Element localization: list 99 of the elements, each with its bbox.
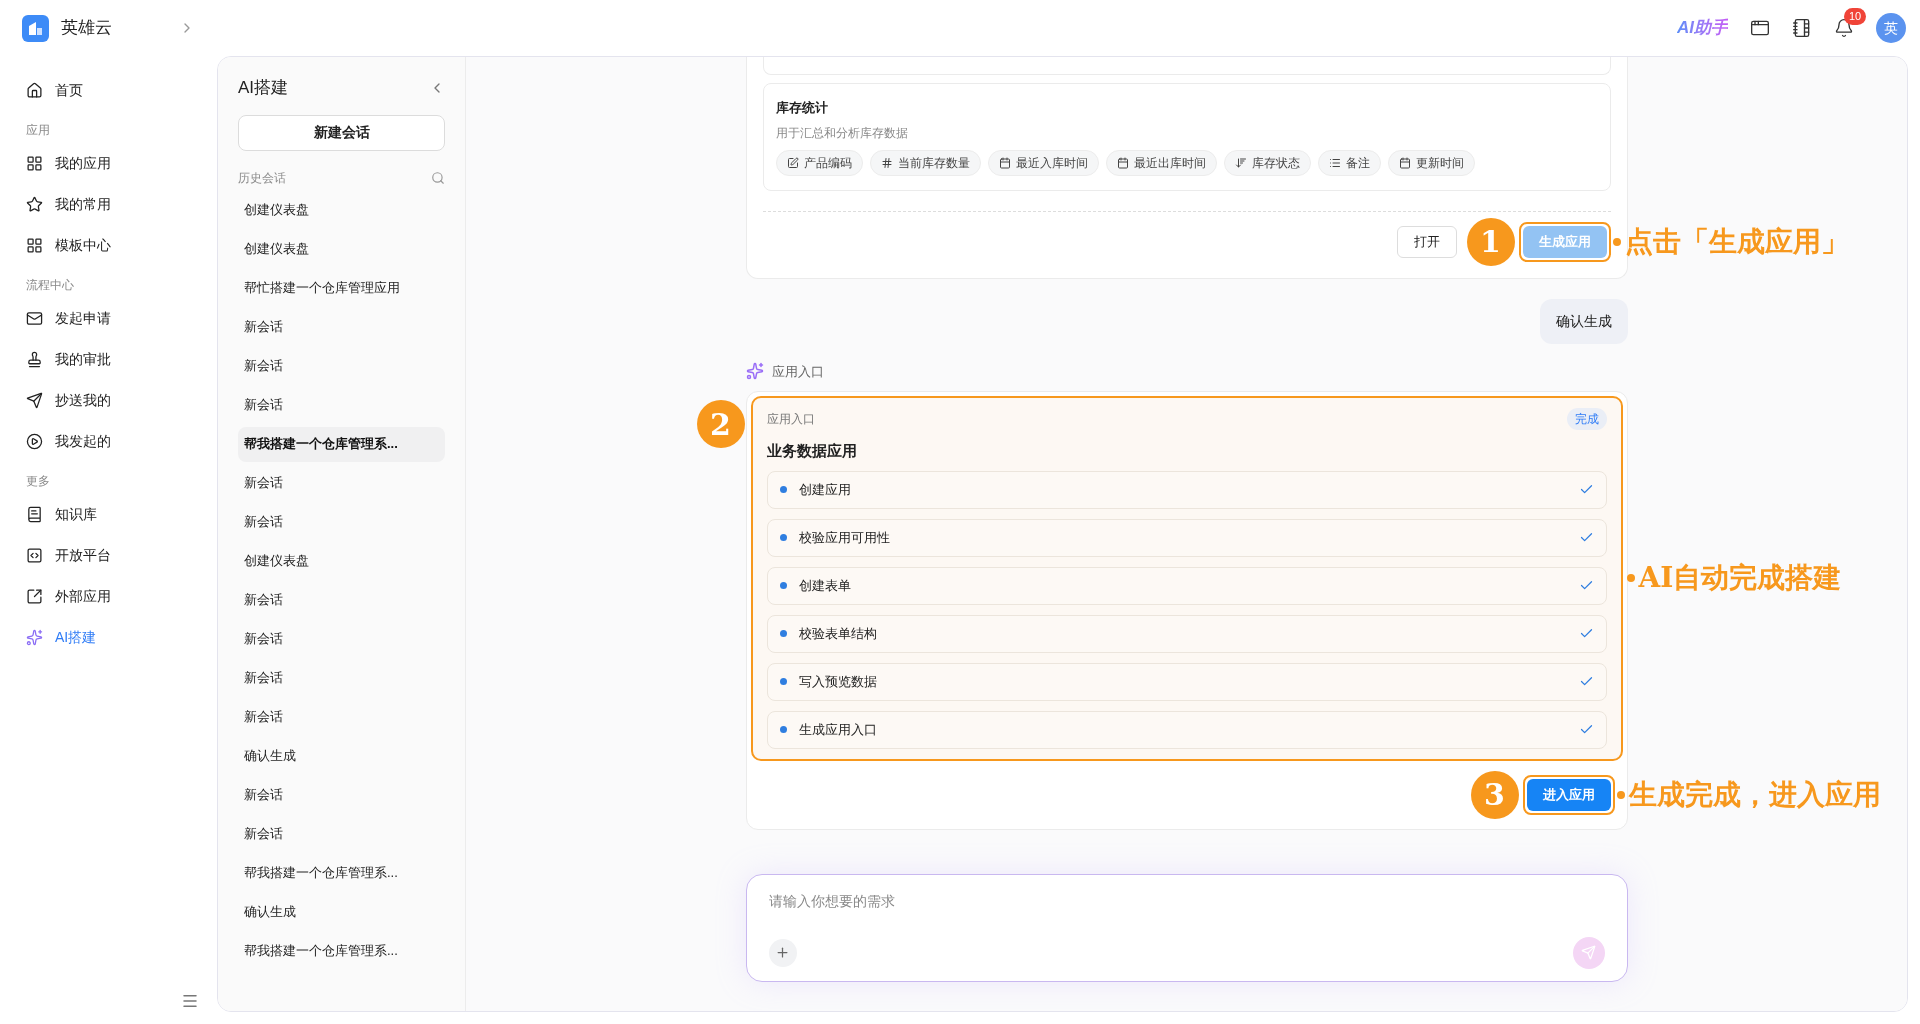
plus-icon <box>775 945 790 960</box>
history-item[interactable]: 新会话 <box>238 504 445 540</box>
prompt-text[interactable]: 请输入你想要的需求 <box>768 890 1605 912</box>
progress-title: 业务数据应用 <box>766 441 858 461</box>
nav-item[interactable]: 我的应用 <box>0 143 217 184</box>
nav-item[interactable]: 模板中心 <box>0 225 217 266</box>
home-icon <box>26 82 43 99</box>
status-badge: 完成 <box>1566 408 1607 430</box>
step-label: 校验应用可用性 <box>798 528 890 547</box>
nav-item[interactable]: 外部应用 <box>0 576 217 617</box>
calendar-icon <box>998 156 1011 169</box>
prompt-input[interactable]: 请输入你想要的需求 <box>745 873 1628 982</box>
callout-text: AI自动完成搭建 <box>1638 560 1842 597</box>
nav-item[interactable]: 抄送我的 <box>0 380 217 421</box>
grid-icon <box>26 155 43 172</box>
field-chip: 最近出库时间 <box>1105 149 1217 176</box>
book-icon <box>26 506 43 523</box>
calendar-icon <box>1398 156 1411 169</box>
history-item[interactable]: 创建仪表盘 <box>238 231 445 267</box>
nav-item[interactable]: 知识库 <box>0 494 217 535</box>
history-item[interactable]: 新会话 <box>238 582 445 618</box>
star-icon <box>26 196 43 213</box>
nav-section-title: 更多 <box>25 473 51 490</box>
collapse-sidebar-icon[interactable] <box>181 992 199 1010</box>
table-description: 用于汇总和分析库存数据 <box>775 124 909 142</box>
history-item[interactable]: 新会话 <box>238 348 445 384</box>
external-link-icon <box>26 588 43 605</box>
stamp-icon <box>26 351 43 368</box>
history-item[interactable]: 创建仪表盘 <box>238 192 445 228</box>
play-circle-icon <box>26 433 43 450</box>
history-item[interactable]: 新会话 <box>238 699 445 735</box>
list-icon <box>1328 156 1341 169</box>
code-icon <box>26 547 43 564</box>
sort-icon <box>1234 156 1247 169</box>
user-message: 确认生成 <box>1539 298 1628 344</box>
grid-icon <box>26 237 43 254</box>
nav-item[interactable]: 首页 <box>0 70 217 111</box>
nav-item[interactable]: 我的常用 <box>0 184 217 225</box>
mail-icon <box>26 310 43 327</box>
search-icon[interactable] <box>431 170 445 185</box>
notification-badge: 10 <box>1844 8 1867 25</box>
calendar-icon <box>1116 156 1129 169</box>
new-chat-button[interactable]: 新建会话 <box>238 114 445 151</box>
field-chip: 更新时间 <box>1387 149 1475 176</box>
add-button[interactable] <box>768 938 797 967</box>
enter-app-button[interactable]: 进入应用 <box>1526 778 1611 811</box>
nav-item[interactable]: 发起申请 <box>0 298 217 339</box>
history-item[interactable]: 新会话 <box>238 621 445 657</box>
history-item[interactable]: 新会话 <box>238 660 445 696</box>
history-item[interactable]: 帮我搭建一个仓库管理系... <box>238 933 445 969</box>
notification-icon[interactable] <box>1834 18 1854 38</box>
agent-label: 应用入口 <box>771 362 824 381</box>
sparkle-icon <box>26 629 43 646</box>
notebook-icon[interactable] <box>1792 18 1812 38</box>
history-item[interactable]: 创建仪表盘 <box>238 543 445 579</box>
step-label: 生成应用入口 <box>798 720 877 739</box>
sparkle-icon <box>745 362 764 381</box>
nav-section-title: 应用 <box>25 122 51 139</box>
logo-icon <box>22 14 49 42</box>
callout-text: 点击「生成应用」 <box>1624 223 1849 260</box>
history-item[interactable]: 帮我搭建一个仓库管理系... <box>238 855 445 891</box>
history-item[interactable]: 确认生成 <box>238 894 445 930</box>
progress-label: 应用入口 <box>766 411 815 428</box>
send-icon <box>1581 945 1596 960</box>
field-chip: 产品编码 <box>775 149 863 176</box>
step-number-badge: 2 <box>696 400 745 448</box>
app-settings-icon[interactable] <box>1750 18 1770 38</box>
field-chip: 库存状态 <box>1223 149 1311 176</box>
field-chip: 最近入库时间 <box>987 149 1099 176</box>
step-label: 校验表单结构 <box>798 624 877 643</box>
history-item[interactable]: 新会话 <box>238 816 445 852</box>
history-item[interactable]: 新会话 <box>238 387 445 423</box>
history-item[interactable]: 新会话 <box>238 309 445 345</box>
history-item[interactable]: 新会话 <box>238 777 445 813</box>
nav-section-title: 流程中心 <box>25 277 75 294</box>
history-item[interactable]: 新会话 <box>238 465 445 501</box>
brand-name: 英雄云 <box>61 17 112 40</box>
open-button[interactable]: 打开 <box>1396 225 1457 258</box>
step-number-badge: 3 <box>1470 770 1519 819</box>
nav-item[interactable]: AI搭建 <box>0 617 217 658</box>
nav-item[interactable]: 开放平台 <box>0 535 217 576</box>
callout-text: 生成完成，进入应用 <box>1628 776 1881 813</box>
number-icon <box>880 156 893 169</box>
history-item[interactable]: 帮我搭建一个仓库管理系... <box>238 426 445 462</box>
history-item[interactable]: 确认生成 <box>238 738 445 774</box>
step-label: 写入预览数据 <box>798 672 877 691</box>
field-chip: 备注 <box>1317 149 1381 176</box>
field-chip: 当前库存数量 <box>869 149 981 176</box>
nav-item[interactable]: 我的审批 <box>0 339 217 380</box>
edit-icon <box>786 156 799 169</box>
step-label: 创建应用 <box>798 480 851 499</box>
history-heading: 历史会话 <box>238 169 286 187</box>
nav-item[interactable]: 我发起的 <box>0 421 217 462</box>
table-title: 库存统计 <box>775 99 829 117</box>
history-item[interactable]: 帮忙搭建一个仓库管理应用 <box>238 270 445 306</box>
paper-plane-icon <box>26 392 43 409</box>
step-label: 创建表单 <box>798 576 851 595</box>
step-number-badge: 1 <box>1466 217 1515 266</box>
panel-title: AI搭建 <box>238 77 289 99</box>
